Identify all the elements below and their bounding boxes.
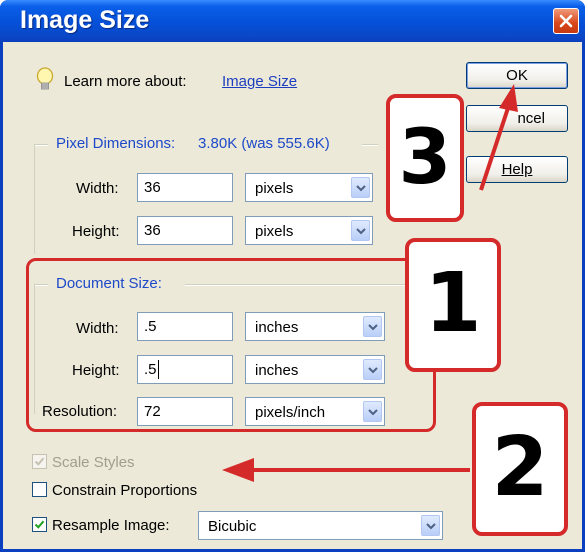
arrow-to-ok-button: [479, 84, 518, 191]
callout-3: 3: [386, 94, 464, 222]
arrow-to-scale-styles: [222, 458, 470, 482]
callout-2: 2: [472, 402, 568, 536]
callout-1: 1: [405, 238, 501, 372]
